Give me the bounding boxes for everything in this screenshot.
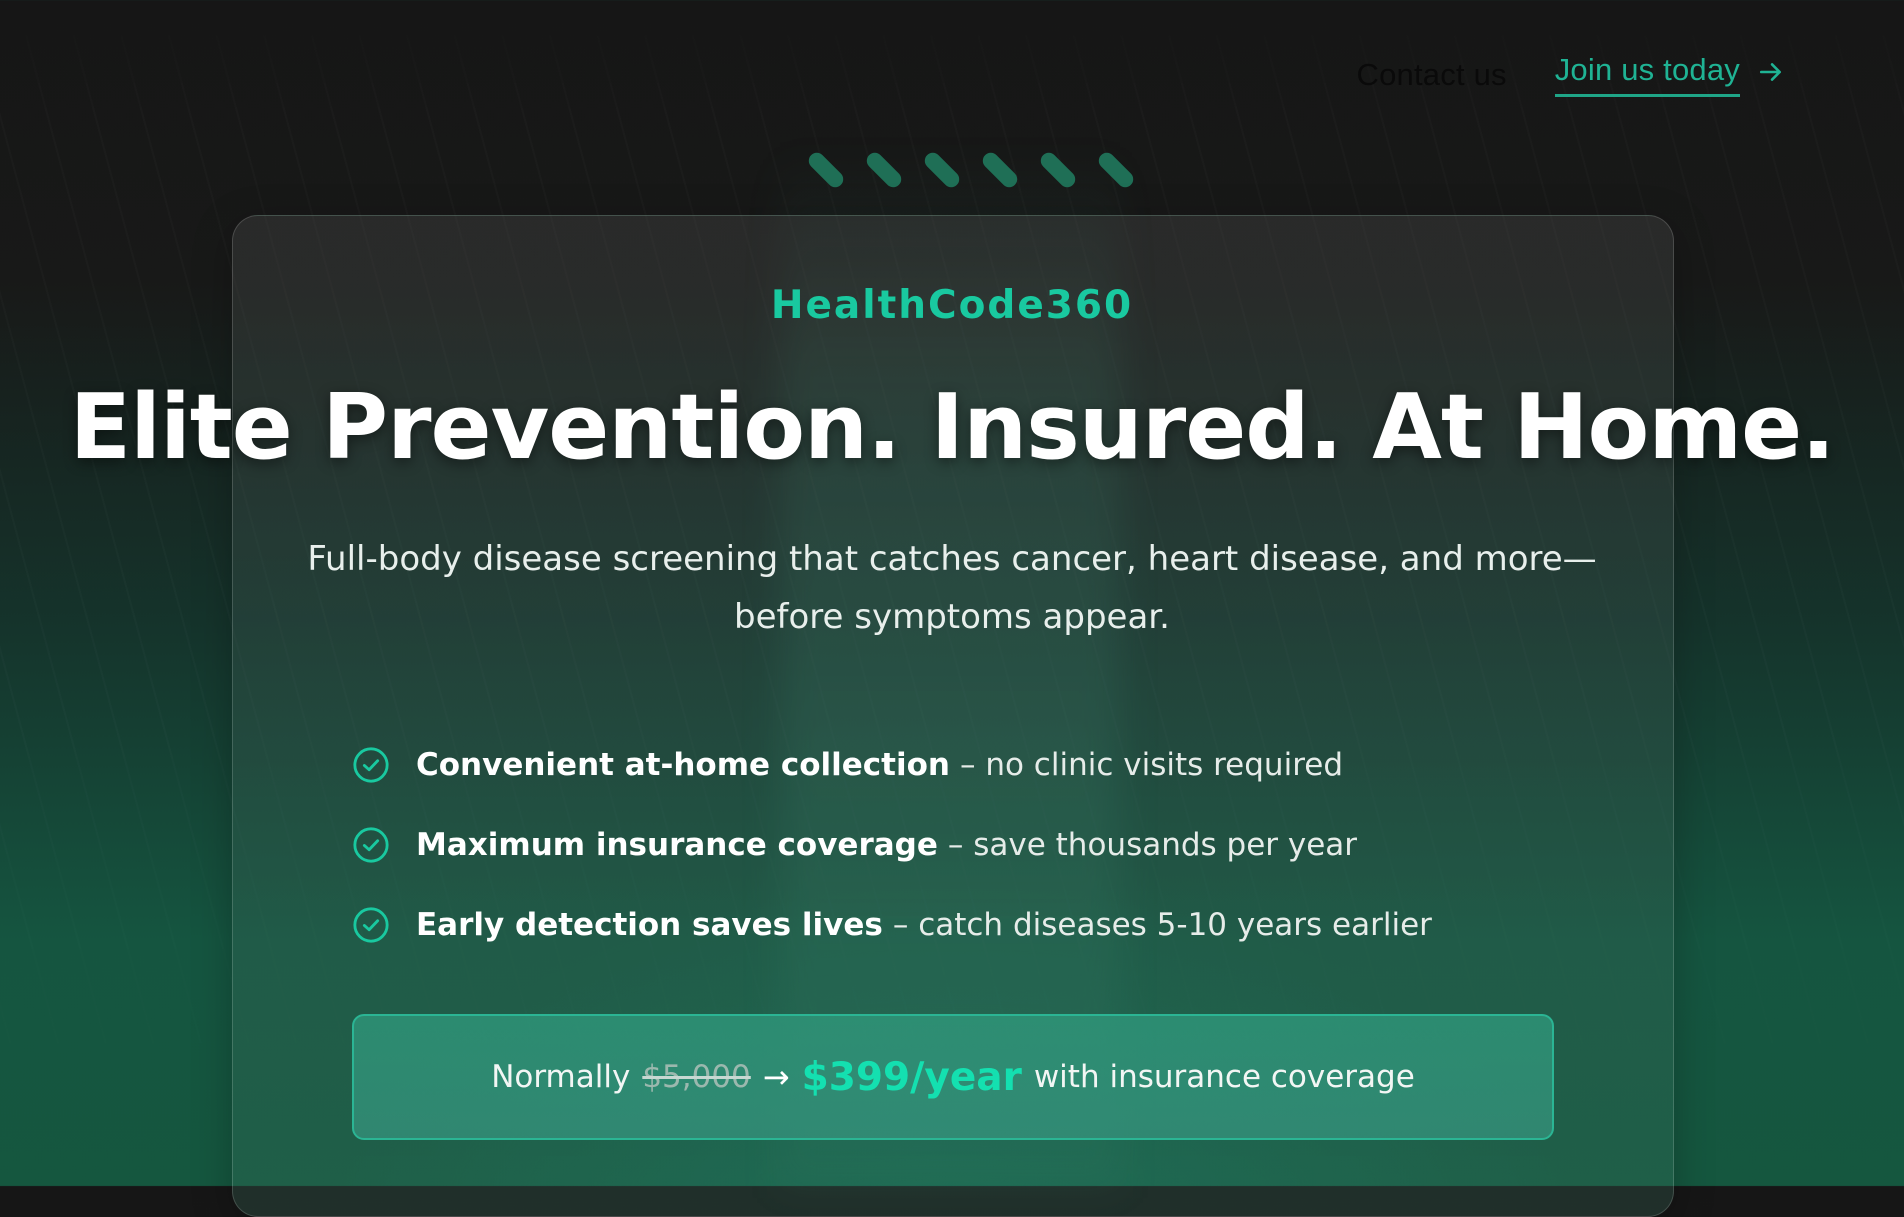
price-suffix: with insurance coverage (1033, 1059, 1415, 1095)
feature-item: Early detection saves lives – catch dise… (352, 885, 1432, 965)
hero-subheadline: Full-body disease screening that catches… (307, 539, 1597, 637)
old-price: $5,000 (642, 1059, 751, 1095)
pill-decoration (1095, 149, 1137, 191)
contact-us-link[interactable]: Contact us (1357, 57, 1507, 93)
feature-description: – catch diseases 5-10 years earlier (892, 907, 1432, 943)
top-nav: Contact us Join us today (1357, 52, 1784, 97)
feature-title: Maximum insurance coverage (416, 827, 938, 863)
price-prefix: Normally (491, 1059, 631, 1095)
feature-description: – save thousands per year (947, 827, 1358, 863)
check-circle-icon (353, 747, 389, 783)
price-arrow-icon: → (762, 1058, 790, 1096)
pill-decoration (921, 149, 963, 191)
feature-title: Convenient at-home collection (416, 747, 950, 783)
feature-item: Convenient at-home collection – no clini… (352, 725, 1432, 805)
feature-list: Convenient at-home collection – no clini… (352, 725, 1432, 965)
pill-decoration (805, 149, 847, 191)
join-us-link[interactable]: Join us today (1554, 52, 1784, 97)
pill-decoration (863, 149, 905, 191)
join-us-label: Join us today (1554, 52, 1740, 97)
check-circle-icon (353, 907, 389, 943)
pill-decoration (979, 149, 1021, 191)
arrow-right-icon (1759, 62, 1781, 81)
decorative-pills (805, 149, 1137, 191)
check-circle-icon (353, 827, 389, 863)
hero-headline: Elite Prevention. Insured. At Home. (69, 375, 1836, 480)
new-price: $399/year (801, 1054, 1022, 1100)
feature-description: – no clinic visits required (959, 747, 1344, 783)
pricing-banner: Normally $5,000 → $399/year with insuran… (352, 1014, 1554, 1140)
feature-item: Maximum insurance coverage – save thousa… (352, 805, 1432, 885)
brand-name: HealthCode360 (770, 283, 1134, 328)
pill-decoration (1037, 149, 1079, 191)
feature-title: Early detection saves lives (416, 907, 883, 943)
